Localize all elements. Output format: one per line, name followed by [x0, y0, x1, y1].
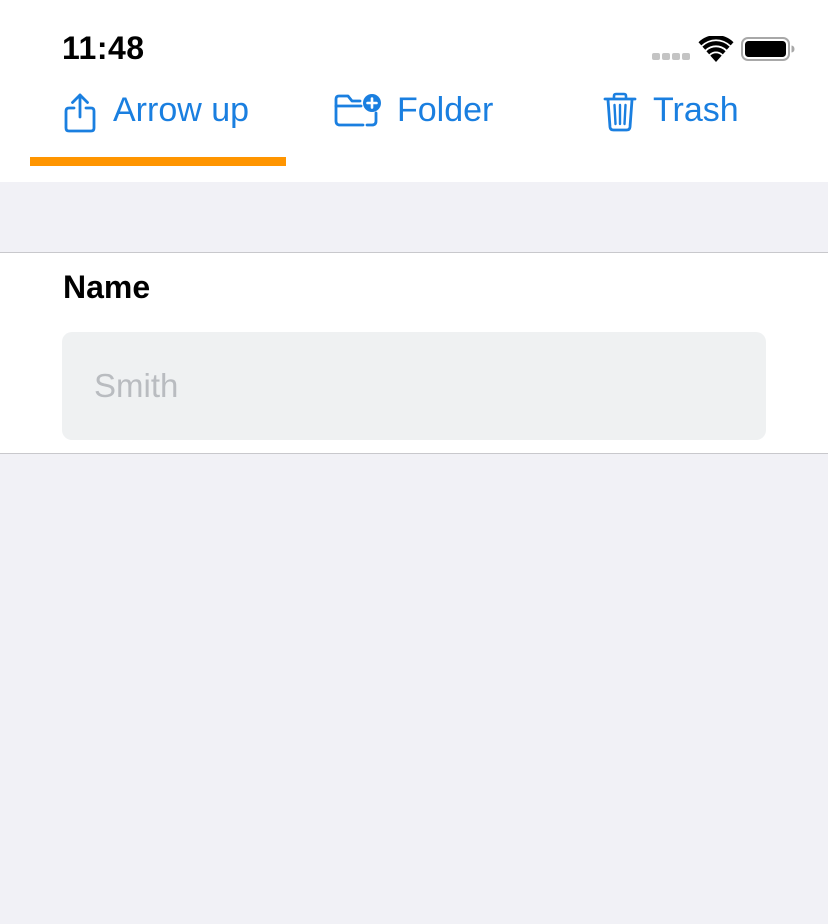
trash-icon	[603, 92, 637, 132]
wifi-icon	[698, 36, 734, 62]
folder-add-icon	[334, 94, 381, 127]
name-form-section: Name	[0, 252, 828, 454]
tab-folder-label: Folder	[397, 91, 494, 129]
tab-trash[interactable]: Trash	[603, 85, 753, 167]
name-input[interactable]	[62, 332, 766, 440]
tab-selection-indicator	[30, 157, 286, 166]
status-time: 11:48	[62, 30, 145, 66]
status-bar: 11:48	[0, 0, 828, 90]
battery-icon	[741, 37, 795, 61]
tab-folder[interactable]: Folder	[334, 85, 504, 167]
header: 11:48 Arrow up Folder Trash	[0, 0, 828, 182]
tab-arrow-up[interactable]: Arrow up	[62, 85, 262, 167]
tab-arrow-up-label: Arrow up	[113, 91, 250, 129]
tab-bar: Arrow up Folder Trash	[0, 85, 828, 167]
tab-trash-label: Trash	[653, 91, 739, 129]
cellular-signal-icon	[652, 53, 690, 61]
name-label: Name	[63, 269, 151, 305]
share-arrow-up-icon	[64, 93, 96, 133]
